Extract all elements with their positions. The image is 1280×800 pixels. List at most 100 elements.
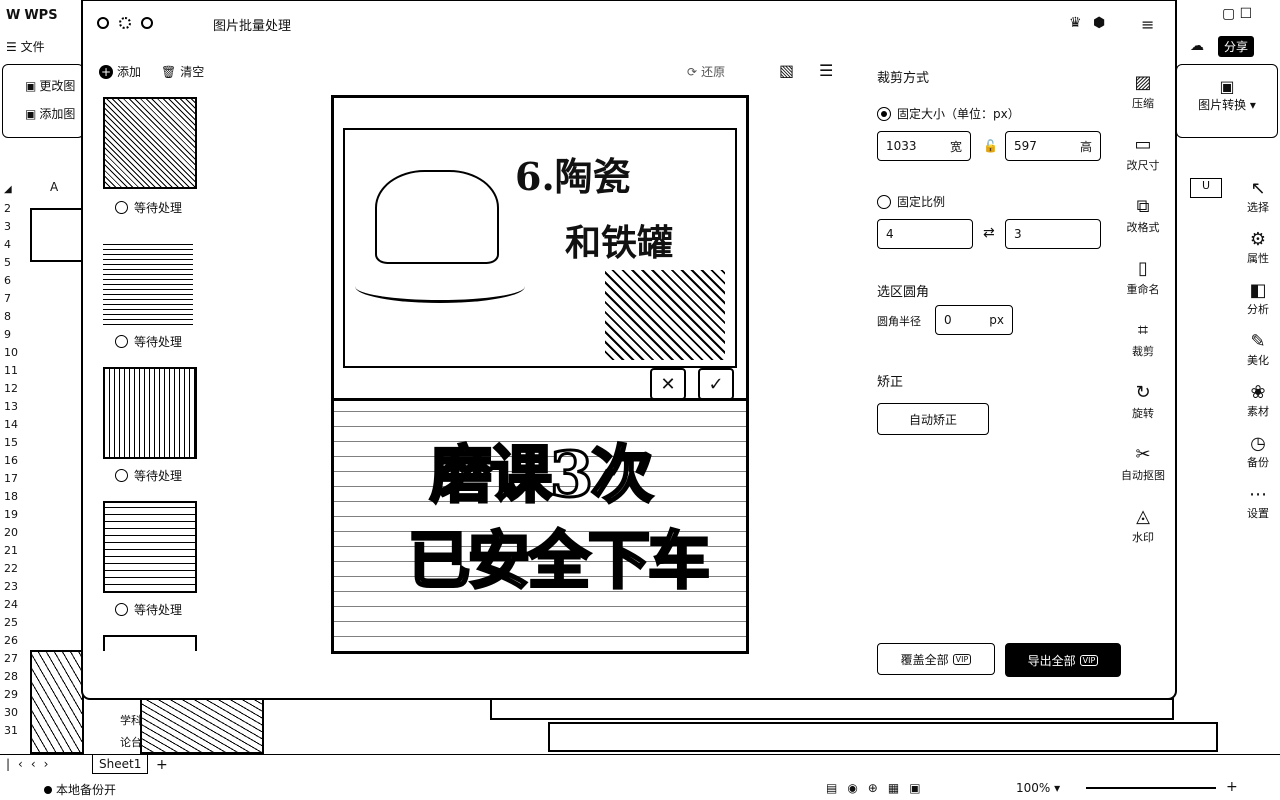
row-number[interactable]: 26 (0, 632, 24, 650)
width-input[interactable]: 1033 宽 (877, 131, 971, 161)
column-header-a[interactable]: A (50, 180, 58, 194)
share-button[interactable]: 分享 (1218, 36, 1255, 57)
add-image-button[interactable]: ▣ 添加图 (25, 105, 75, 122)
row-number[interactable]: 19 (0, 506, 24, 524)
row-number[interactable]: 27 (0, 650, 24, 668)
row-number[interactable]: 16 (0, 452, 24, 470)
row-number[interactable]: 30 (0, 704, 24, 722)
row-number[interactable]: 29 (0, 686, 24, 704)
row-number[interactable]: 4 (0, 236, 24, 254)
row-number[interactable]: 31 (0, 722, 24, 740)
sheet-tab[interactable]: Sheet1 (92, 755, 149, 774)
row-number[interactable]: 23 (0, 578, 24, 596)
overwrite-all-button[interactable]: 覆盖全部 VIP (877, 643, 995, 675)
side-tool-7[interactable]: ◬ 水印 (1113, 505, 1173, 545)
sheet-nav-arrows[interactable]: |‹‹› (6, 757, 56, 771)
cell-text[interactable]: 论台 (120, 734, 142, 750)
image-convert-button[interactable]: 图片转换 ▾ (1177, 96, 1277, 113)
view-icons[interactable]: ▤◉⊕▦▣ (826, 781, 931, 795)
row-number[interactable]: 21 (0, 542, 24, 560)
add-sheet-icon[interactable]: + (156, 757, 168, 773)
right-tool-4[interactable]: ❀ 素材 (1238, 382, 1278, 419)
fixed-ratio-radio[interactable]: 固定比例 (877, 193, 945, 210)
zoom-level[interactable]: 100% ▾ (1016, 781, 1060, 795)
add-button[interactable]: + 添加 (99, 63, 141, 80)
cell-text[interactable]: 学科 (120, 712, 142, 728)
row-number[interactable]: 22 (0, 560, 24, 578)
thumbnail-5[interactable] (103, 635, 197, 651)
cancel-crop-button[interactable]: ✕ (650, 368, 686, 400)
right-tool-2[interactable]: ◧ 分析 (1238, 280, 1278, 317)
row-number[interactable]: 6 (0, 272, 24, 290)
cloud-icon[interactable]: ☁ (1190, 38, 1204, 54)
row-number[interactable]: 18 (0, 488, 24, 506)
row-number[interactable]: 2 (0, 200, 24, 218)
side-tool-0[interactable]: ▨ 压缩 (1113, 71, 1173, 111)
lock-icon[interactable]: 🔓 (983, 139, 998, 153)
row-number[interactable]: 20 (0, 524, 24, 542)
window-dots[interactable] (97, 17, 153, 29)
select-all-corner[interactable]: ◢ (4, 184, 12, 195)
confirm-crop-button[interactable]: ✓ (698, 368, 734, 400)
corner-radius-input[interactable]: 0 px (935, 305, 1013, 335)
row-number[interactable]: 28 (0, 668, 24, 686)
sheet-image[interactable] (140, 698, 264, 754)
swap-icon[interactable]: ⇄ (983, 225, 995, 241)
right-tool-1[interactable]: ⚙ 属性 (1238, 229, 1278, 266)
right-tool-6[interactable]: ⋯ 设置 (1238, 484, 1278, 521)
right-tool-3[interactable]: ✎ 美化 (1238, 331, 1278, 368)
row-number[interactable]: 12 (0, 380, 24, 398)
menu-file[interactable]: ☰ 文件 (6, 38, 45, 55)
row-number[interactable]: 7 (0, 290, 24, 308)
row-number[interactable]: 10 (0, 344, 24, 362)
menu-icon[interactable]: ≡ (1141, 15, 1154, 34)
row-number[interactable]: 11 (0, 362, 24, 380)
clear-button[interactable]: 🗑 清空 (161, 63, 204, 80)
side-tool-6[interactable]: ✂ 自动抠图 (1113, 443, 1173, 483)
sheet-image[interactable] (548, 722, 1218, 752)
thumbnail-1[interactable] (103, 97, 197, 189)
right-tool-5[interactable]: ◷ 备份 (1238, 433, 1278, 470)
side-tool-4[interactable]: ⌗ 裁剪 (1113, 319, 1173, 359)
row-number[interactable]: 9 (0, 326, 24, 344)
row-number[interactable]: 3 (0, 218, 24, 236)
row-number[interactable]: 5 (0, 254, 24, 272)
row-number[interactable]: 24 (0, 596, 24, 614)
thumbnail-2[interactable] (103, 241, 193, 329)
row-number[interactable]: 8 (0, 308, 24, 326)
ratio-height-input[interactable]: 3 (1005, 219, 1101, 249)
fixed-size-radio[interactable]: 固定大小（单位：px） (877, 105, 1020, 122)
backup-status[interactable]: 本地备份开 (44, 781, 116, 798)
list-view-icon[interactable]: ☰ (819, 61, 833, 80)
zoom-slider[interactable] (1086, 787, 1216, 789)
zoom-in-icon[interactable]: + (1226, 779, 1238, 795)
change-image-button[interactable]: ▣ 更改图 (25, 77, 75, 94)
row-number[interactable]: 25 (0, 614, 24, 632)
row-number[interactable]: 13 (0, 398, 24, 416)
right-tool-0[interactable]: ↖ 选择 (1238, 178, 1278, 215)
sheet-image[interactable] (490, 698, 1174, 720)
auto-correct-button[interactable]: 自动矫正 (877, 403, 989, 435)
reset-button[interactable]: ⟳ 还原 (687, 63, 725, 80)
status-bar: |‹‹› Sheet1 + 本地备份开 ▤◉⊕▦▣ 100% ▾ + (0, 754, 1280, 800)
side-tool-1[interactable]: ▭ 改尺寸 (1113, 133, 1173, 173)
export-all-button[interactable]: 导出全部 VIP (1005, 643, 1121, 677)
crown-icon[interactable]: ♛ (1069, 15, 1082, 31)
column-header-u[interactable]: U (1190, 178, 1222, 198)
thumbnail-3[interactable] (103, 367, 197, 459)
thumbnail-4[interactable] (103, 501, 197, 593)
ratio-width-input[interactable]: 4 (877, 219, 973, 249)
side-tool-5[interactable]: ↻ 旋转 (1113, 381, 1173, 421)
row-number[interactable]: 14 (0, 416, 24, 434)
side-tool-3[interactable]: ▯ 重命名 (1113, 257, 1173, 297)
row-number[interactable]: 17 (0, 470, 24, 488)
row-number[interactable]: 15 (0, 434, 24, 452)
crop-selection[interactable]: 6.陶瓷 和铁罐 (334, 98, 746, 401)
sheet-image[interactable] (30, 650, 84, 754)
height-input[interactable]: 597 高 (1005, 131, 1101, 161)
side-tool-2[interactable]: ⧉ 改格式 (1113, 195, 1173, 235)
sheet-image[interactable] (30, 208, 84, 262)
settings-icon[interactable]: ⬢ (1093, 15, 1105, 31)
image-view-icon[interactable]: ▧ (779, 61, 794, 80)
window-controls[interactable]: ▢ ☐ (1222, 6, 1252, 22)
